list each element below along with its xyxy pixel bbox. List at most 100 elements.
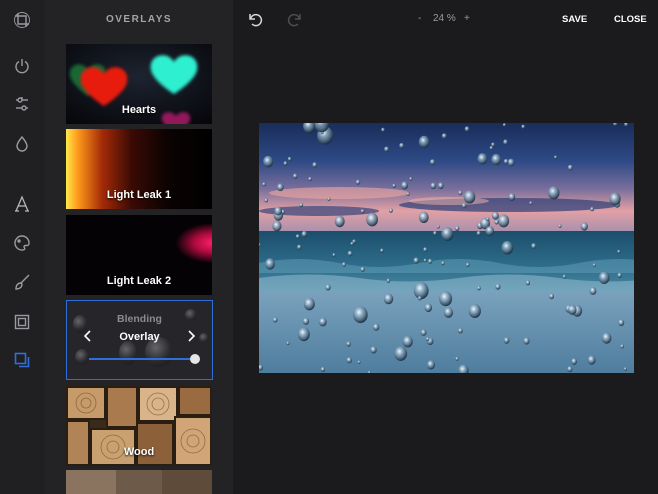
next-overlay-thumbnail — [66, 470, 212, 494]
crop-icon — [14, 12, 30, 28]
raindrop — [502, 123, 506, 127]
raindrop — [580, 222, 588, 231]
raindrop — [274, 206, 282, 216]
raindrop — [503, 158, 509, 165]
zoom-in-button[interactable]: + — [464, 13, 470, 24]
raindrop — [463, 190, 476, 204]
raindrop — [441, 261, 445, 266]
panel-title: OVERLAYS — [105, 14, 173, 25]
blending-card: Blending Overlay — [66, 300, 213, 380]
intensity-slider-knob[interactable] — [190, 354, 200, 364]
raindrop — [590, 206, 594, 212]
raindrop — [381, 127, 385, 132]
overlay-label: Light Leak 1 — [106, 189, 172, 201]
raindrop — [272, 317, 278, 323]
raindrop — [265, 258, 275, 270]
raindrop — [501, 241, 514, 255]
raindrop — [423, 258, 427, 263]
raindrop — [439, 291, 453, 307]
raindrop — [418, 135, 430, 148]
close-button[interactable]: CLOSE — [614, 14, 647, 25]
zoom-control: - 24 % + — [418, 13, 474, 27]
overlay-tool-button[interactable] — [8, 346, 36, 374]
next-blend-mode-button[interactable] — [184, 329, 198, 343]
undo-button[interactable] — [247, 12, 263, 28]
save-button[interactable]: SAVE — [562, 14, 587, 25]
raindrop — [350, 241, 354, 246]
raindrop — [394, 346, 408, 361]
raindrop — [529, 201, 533, 205]
filters-tool-button[interactable] — [8, 52, 36, 80]
raindrop — [272, 220, 282, 232]
raindrop — [325, 284, 331, 291]
raindrop — [332, 253, 336, 257]
raindrop — [436, 224, 440, 229]
overlay-thumb-wood[interactable]: Wood — [66, 386, 212, 466]
raindrop — [401, 181, 409, 190]
raindrop — [525, 280, 531, 286]
raindrop — [402, 335, 413, 348]
raindrop — [477, 153, 488, 165]
raindrop — [366, 212, 378, 227]
redo-button[interactable] — [287, 12, 303, 28]
overlay-thumb-next[interactable] — [66, 470, 212, 494]
raindrop — [468, 304, 481, 318]
photo-raindrops-seascape — [259, 123, 634, 373]
overlay-label: Hearts — [121, 104, 157, 116]
raindrop — [388, 208, 393, 213]
raindrop — [494, 219, 499, 225]
drop-tool-button[interactable] — [8, 130, 36, 158]
frame-tool-button[interactable] — [8, 308, 36, 336]
raindrop — [567, 304, 577, 315]
raindrop — [420, 329, 427, 336]
raindrop — [587, 355, 596, 365]
canvas-image[interactable] — [259, 123, 634, 373]
raindrop — [426, 360, 435, 370]
overlay-thumb-hearts[interactable]: Hearts — [66, 44, 212, 124]
droplet — [119, 341, 137, 365]
adjust-icon — [16, 97, 28, 111]
overlay-thumb-light-leak-2[interactable]: Light Leak 2 — [66, 215, 212, 295]
prev-blend-mode-button[interactable] — [81, 329, 95, 343]
chevron-left-icon — [83, 330, 91, 342]
raindrop — [441, 133, 447, 139]
palette-tool-button[interactable] — [8, 229, 36, 257]
overlay-thumb-light-leak-1[interactable]: Light Leak 1 — [66, 129, 212, 209]
zoom-out-button[interactable]: - — [418, 13, 421, 24]
raindrop — [380, 248, 384, 253]
raindrop — [409, 177, 413, 181]
frame-icon — [14, 314, 30, 330]
text-tool-button[interactable] — [8, 190, 36, 218]
raindrop — [601, 332, 612, 344]
crop-tool-button[interactable] — [8, 6, 36, 34]
brush-tool-button[interactable] — [8, 268, 36, 296]
filters-icon — [15, 59, 29, 74]
raindrop — [346, 341, 351, 347]
chevron-right-icon — [188, 330, 196, 342]
raindrop — [609, 192, 621, 206]
raindrop — [297, 327, 310, 342]
raindrop — [443, 307, 453, 318]
photo-editor: OVERLAYS Hearts Light Leak 1 Light Leak … — [0, 0, 658, 494]
raindrop — [567, 366, 573, 373]
raindrop — [286, 341, 290, 346]
raindrop — [353, 306, 368, 324]
raindrop — [620, 344, 624, 349]
intensity-slider[interactable] — [89, 354, 200, 364]
raindrop — [297, 244, 302, 250]
raindrop — [320, 366, 326, 372]
raindrop — [299, 202, 304, 208]
raindrop — [498, 214, 510, 228]
raindrop — [406, 192, 410, 196]
brush-icon — [15, 274, 30, 290]
raindrop — [567, 164, 573, 171]
text-icon — [15, 195, 29, 212]
raindrop — [418, 211, 429, 223]
raindrop — [486, 217, 490, 221]
raindrop — [441, 227, 454, 241]
raindrop — [264, 198, 268, 203]
raindrop — [427, 258, 433, 264]
raindrop — [423, 247, 428, 252]
adjust-tool-button[interactable] — [8, 90, 36, 118]
raindrop — [592, 263, 596, 267]
